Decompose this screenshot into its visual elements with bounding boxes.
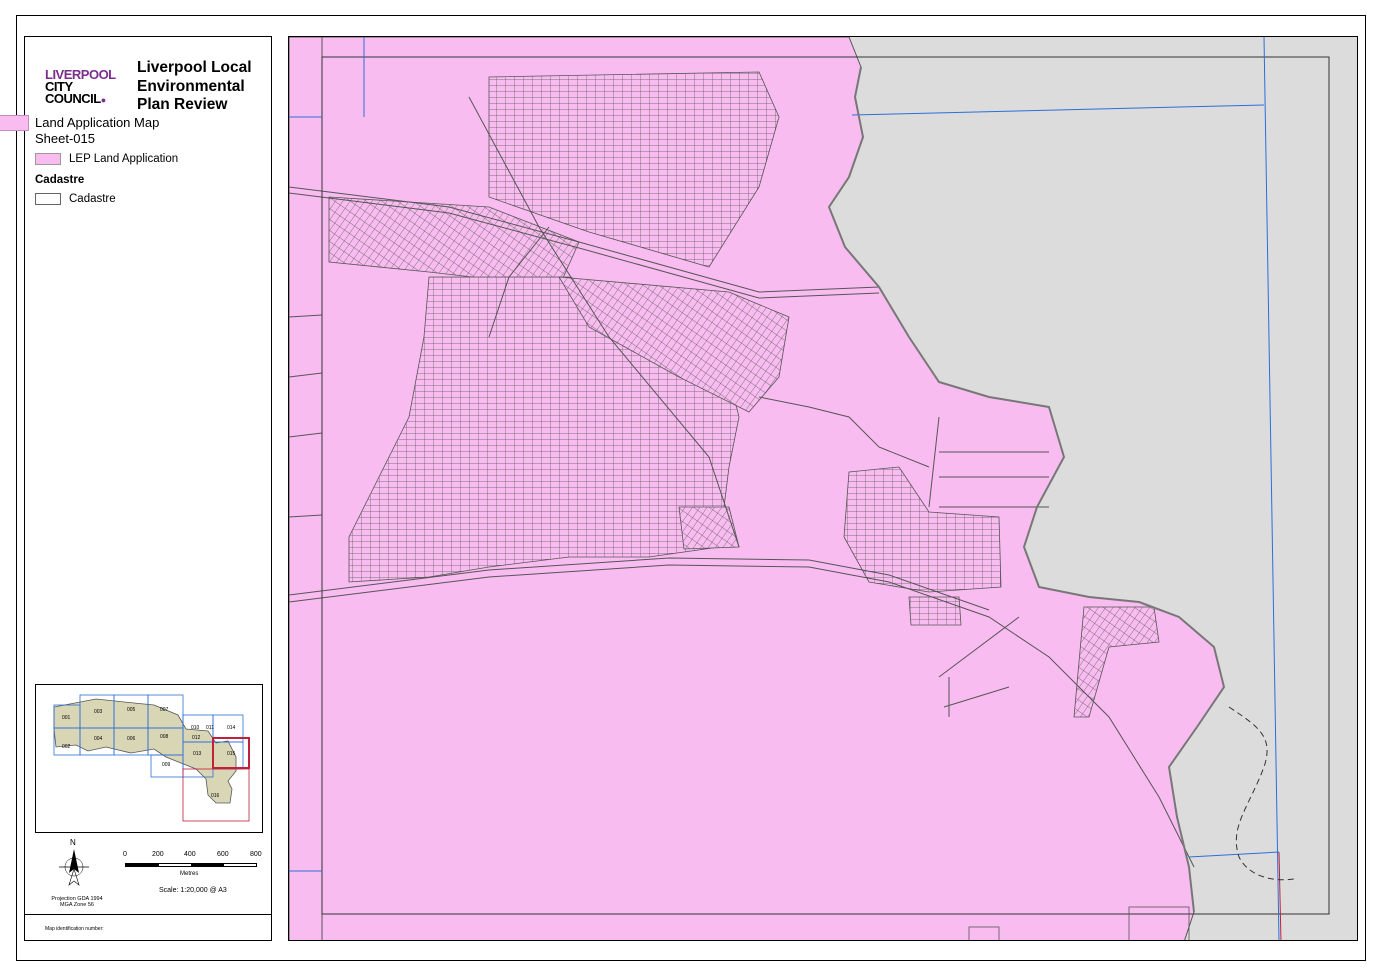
inset-sheet-label: 012	[192, 735, 201, 741]
scale-bar	[125, 863, 257, 867]
legend-item-label: LEP Land Application	[69, 153, 179, 165]
council-logo: LIVERPOOL CITY COUNCIL●	[45, 67, 127, 107]
legend-panel: LIVERPOOL CITY COUNCIL● Liverpool Local …	[0, 36, 272, 941]
inset-sheet-label: 008	[160, 734, 169, 740]
scale-tick-label: 600	[217, 851, 229, 858]
inset-sheet-label: 007	[160, 707, 169, 713]
north-label: N	[70, 838, 76, 847]
cadastre-block-small	[678, 506, 740, 550]
legend-item-cadastre: Cadastre	[35, 193, 116, 205]
inset-sheet-label: 001	[62, 715, 71, 721]
projection-text: Projection GDA 1994 MGA Zone 56	[47, 896, 107, 908]
legend-heading-cadastre: Cadastre	[35, 174, 85, 186]
map-title: Liverpool Local Environmental Plan Revie…	[137, 59, 252, 113]
inset-sheet-label: 014	[227, 725, 236, 731]
land-application-swatch	[35, 153, 61, 165]
inset-sheet-label: 016	[211, 793, 220, 799]
scale-tick-label: 200	[152, 851, 164, 858]
legend-item-land-application: LEP Land Application	[35, 153, 178, 165]
map-canvas[interactable]	[289, 37, 1358, 941]
scale-tick-label: 0	[123, 851, 127, 858]
projection-line-2: MGA Zone 56	[60, 902, 94, 908]
logo-dot-icon: ●	[100, 95, 106, 105]
inset-sheet-label: 010	[191, 725, 200, 731]
inset-sheet-label: 004	[94, 736, 103, 742]
cadastre-swatch	[35, 193, 61, 205]
inset-sheet-label: 005	[127, 707, 136, 713]
inset-sheet-label: 015	[227, 751, 236, 757]
map-name: Land Application Map	[35, 115, 160, 130]
scale-units: Metres	[180, 871, 199, 877]
north-arrow: N	[59, 837, 89, 893]
inset-sheet-label: 002	[62, 744, 71, 750]
inset-sheet-label: 003	[94, 709, 103, 715]
inset-sheet-label: 013	[193, 751, 202, 757]
logo-line-3: COUNCIL●	[45, 91, 106, 106]
footer-divider	[25, 914, 271, 915]
inset-map-svg: 001 002 003 004 005 006 007 008 009 010 …	[53, 694, 250, 822]
scale-tick-label: 800	[250, 851, 262, 858]
map-panel[interactable]	[288, 36, 1358, 941]
scale-text: Scale: 1:20,000 @ A3	[159, 887, 227, 894]
adjacent-sheet-boundary	[1278, 851, 1282, 940]
lga-outline	[53, 698, 237, 804]
sheet-id: Sheet-015	[35, 131, 95, 146]
scale-tick-label: 400	[184, 851, 196, 858]
cadastre-block-small-2	[908, 596, 962, 626]
inset-sheet-label: 011	[206, 725, 214, 731]
legend-item-label: Cadastre	[69, 193, 116, 205]
inset-sheet-label: 006	[127, 736, 136, 742]
map-identification-label: Map identification number:	[45, 926, 104, 932]
inset-sheet-label: 009	[162, 762, 171, 768]
map-name-swatch	[0, 115, 29, 131]
north-arrow-icon: N	[59, 838, 89, 886]
inset-locator-map: 001 002 003 004 005 006 007 008 009 010 …	[35, 684, 263, 833]
